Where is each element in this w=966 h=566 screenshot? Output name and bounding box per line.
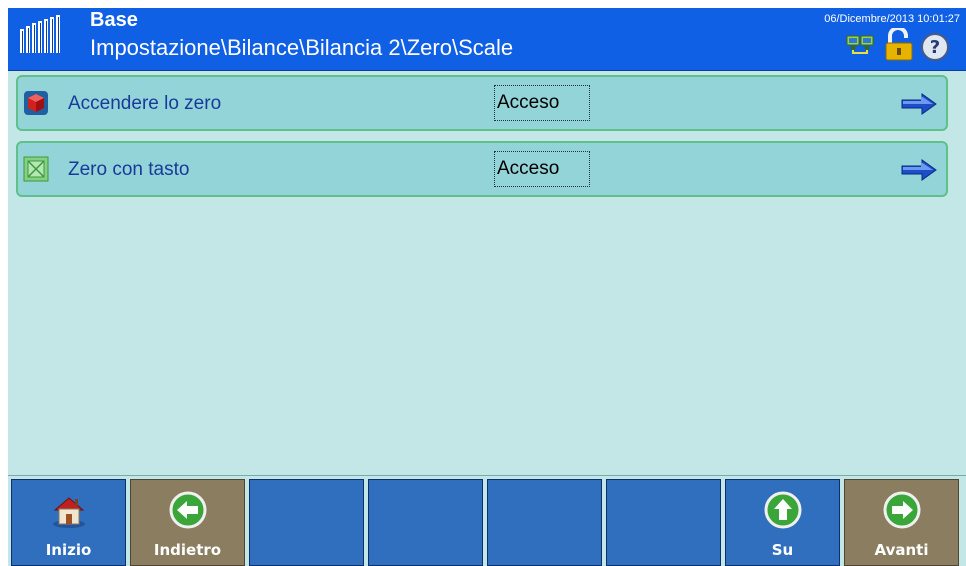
softkey-label: Su (771, 541, 794, 559)
softkey-inizio[interactable]: Inizio (11, 479, 126, 566)
home-icon (52, 497, 85, 528)
softkey-empty[interactable] (606, 479, 721, 566)
arrow-right-icon[interactable] (900, 93, 938, 115)
softkey-indietro[interactable]: Indietro (130, 479, 245, 566)
status-icon-group: ? (838, 28, 958, 64)
header-bar: Base Impostazione\Bilance\Bilancia 2\Zer… (8, 8, 966, 71)
zero-cube-icon (24, 91, 48, 115)
softkey-empty[interactable] (249, 479, 364, 566)
setting-label: Zero con tasto (68, 159, 190, 180)
setting-value[interactable]: Acceso (494, 85, 590, 121)
svg-text:?: ? (930, 37, 940, 58)
softkey-empty[interactable] (368, 479, 483, 566)
softkey-empty[interactable] (487, 479, 602, 566)
up-arrow-icon (764, 491, 801, 529)
zero-key-icon (23, 156, 49, 182)
setting-row-accendere-zero[interactable]: Accendere lo zero Acceso (16, 75, 948, 131)
breadcrumb: Impostazione\Bilance\Bilancia 2\Zero\Sca… (90, 35, 514, 60)
setting-label: Accendere lo zero (68, 93, 222, 114)
softkey-label: Avanti (874, 541, 929, 559)
page-title: Base (90, 9, 138, 31)
terminal-screen: Base Impostazione\Bilance\Bilancia 2\Zer… (8, 8, 966, 566)
lock-icon[interactable] (884, 28, 916, 62)
softkey-su[interactable]: Su (725, 479, 840, 566)
softkey-label: Inizio (45, 541, 92, 559)
settings-list: Accendere lo zero Acceso Zero con tasto … (8, 71, 966, 475)
datetime-display: 06/Dicembre/2013 10:01:27 (824, 13, 960, 25)
softkey-avanti[interactable]: Avanti (844, 479, 959, 566)
softkey-bar: Inizio Indietro Su Avanti (8, 475, 966, 566)
back-arrow-icon (169, 491, 206, 529)
arrow-right-icon[interactable] (900, 159, 938, 181)
help-icon[interactable]: ? (920, 32, 950, 62)
app-logo-icon (20, 15, 60, 53)
network-icon[interactable] (846, 34, 880, 56)
setting-row-zero-con-tasto[interactable]: Zero con tasto Acceso (16, 141, 948, 197)
setting-value[interactable]: Acceso (494, 151, 590, 187)
softkey-label: Indietro (153, 541, 222, 559)
forward-arrow-icon (883, 491, 920, 529)
